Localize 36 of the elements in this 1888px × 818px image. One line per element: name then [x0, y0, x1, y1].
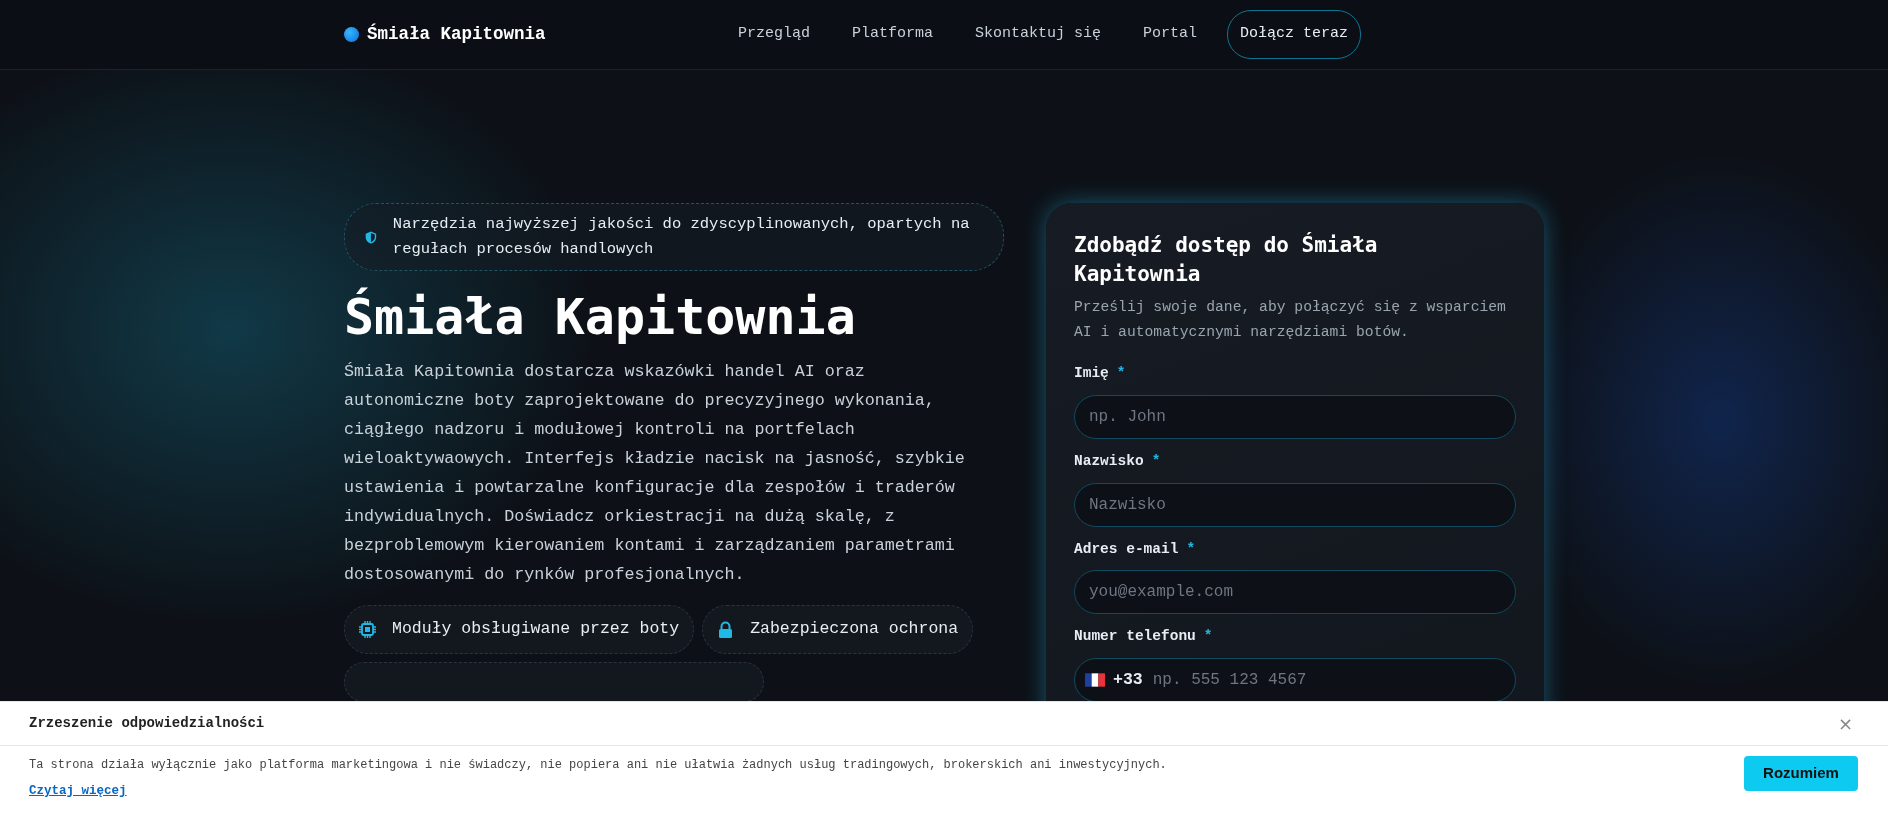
field-label: Numer telefonu — [1074, 628, 1196, 645]
hero-description: Śmiała Kapitownia dostarcza wskazówki handel AI oraz autonomiczne boty zaprojektowane do precyzyjnego wykonania, ciągłego nadzoru i modułowej kontroli na portfelach wieloaktywaowych. Interfejs kładzie nacisk na jasność, szybkie ustawienia i powtarzalne konfiguracje dla zespołów i traderów indywidualnych. Doświadcz orkiestracji na dużą skalę, z bezproblemowym kierowaniem kontami i zarządzaniem parametrami dostosowanymi do rynków profesjonalnych. — [344, 361, 966, 586]
phone-field[interactable]: +33 np. 555 123 4567 — [1074, 658, 1516, 702]
form-title: Zdobądź dostęp do Śmiała Kapitownia — [1074, 231, 1379, 288]
required-mark: * — [1116, 365, 1126, 381]
tagline: Narzędzia najwyższej jakości do zdyscyplinowanych, opartych na regułach procesów handlowych — [392, 214, 971, 260]
phone-input[interactable]: np. 555 123 4567 — [1150, 667, 1505, 693]
input-field[interactable]: Nazwisko — [1074, 482, 1516, 527]
required-mark: * — [1203, 628, 1213, 645]
chip-label: Zabezpieczona ochrona — [750, 618, 959, 640]
hero-title: Śmiała Kapitownia — [344, 287, 857, 347]
input-field[interactable]: you@example.com — [1074, 570, 1516, 615]
nav-link[interactable]: Portal — [1121, 23, 1218, 46]
dial-code: +33 — [1113, 668, 1143, 691]
brand-name[interactable]: Śmiała Kapitownia — [367, 21, 546, 48]
nav-link[interactable]: Platforma — [830, 23, 954, 46]
disclaimer-text: Ta strona działa wyłącznie jako platforma marketingowa i nie świadczy, nie popiera ani nie ułatwia żadnych usług tradingowych, brokerskich ani inwestycyjnych. — [29, 757, 1167, 774]
field-label: Imię — [1074, 365, 1109, 381]
flag-icon — [1085, 673, 1105, 687]
logo-icon — [344, 27, 359, 42]
read-more-link[interactable]: Czytaj więcej — [29, 782, 127, 801]
close-button[interactable]: × — [1831, 710, 1859, 737]
required-mark: * — [1151, 452, 1161, 469]
lock-icon — [717, 620, 735, 638]
required-mark: * — [1186, 540, 1196, 557]
nav-link[interactable]: Przegląd — [716, 23, 831, 46]
field-label: Adres e-mail — [1074, 540, 1179, 557]
chip-label: Moduły obsługiwane przez boty — [392, 618, 680, 640]
field-label: Nazwisko — [1074, 452, 1144, 469]
form-subtitle: Prześlij swoje dane, aby połączyć się z wsparciem AI i automatycznymi narzędziami botów. — [1074, 298, 1507, 342]
nav-link[interactable]: Skontaktuj się — [953, 23, 1122, 46]
accept-button[interactable]: Rozumiem — [1744, 756, 1858, 791]
input-field[interactable]: np. John — [1074, 394, 1516, 439]
join-button[interactable]: Dołącz teraz — [1226, 10, 1361, 59]
banner-title: Zrzeszenie odpowiedzialności — [29, 714, 265, 733]
chip-icon — [359, 620, 376, 638]
